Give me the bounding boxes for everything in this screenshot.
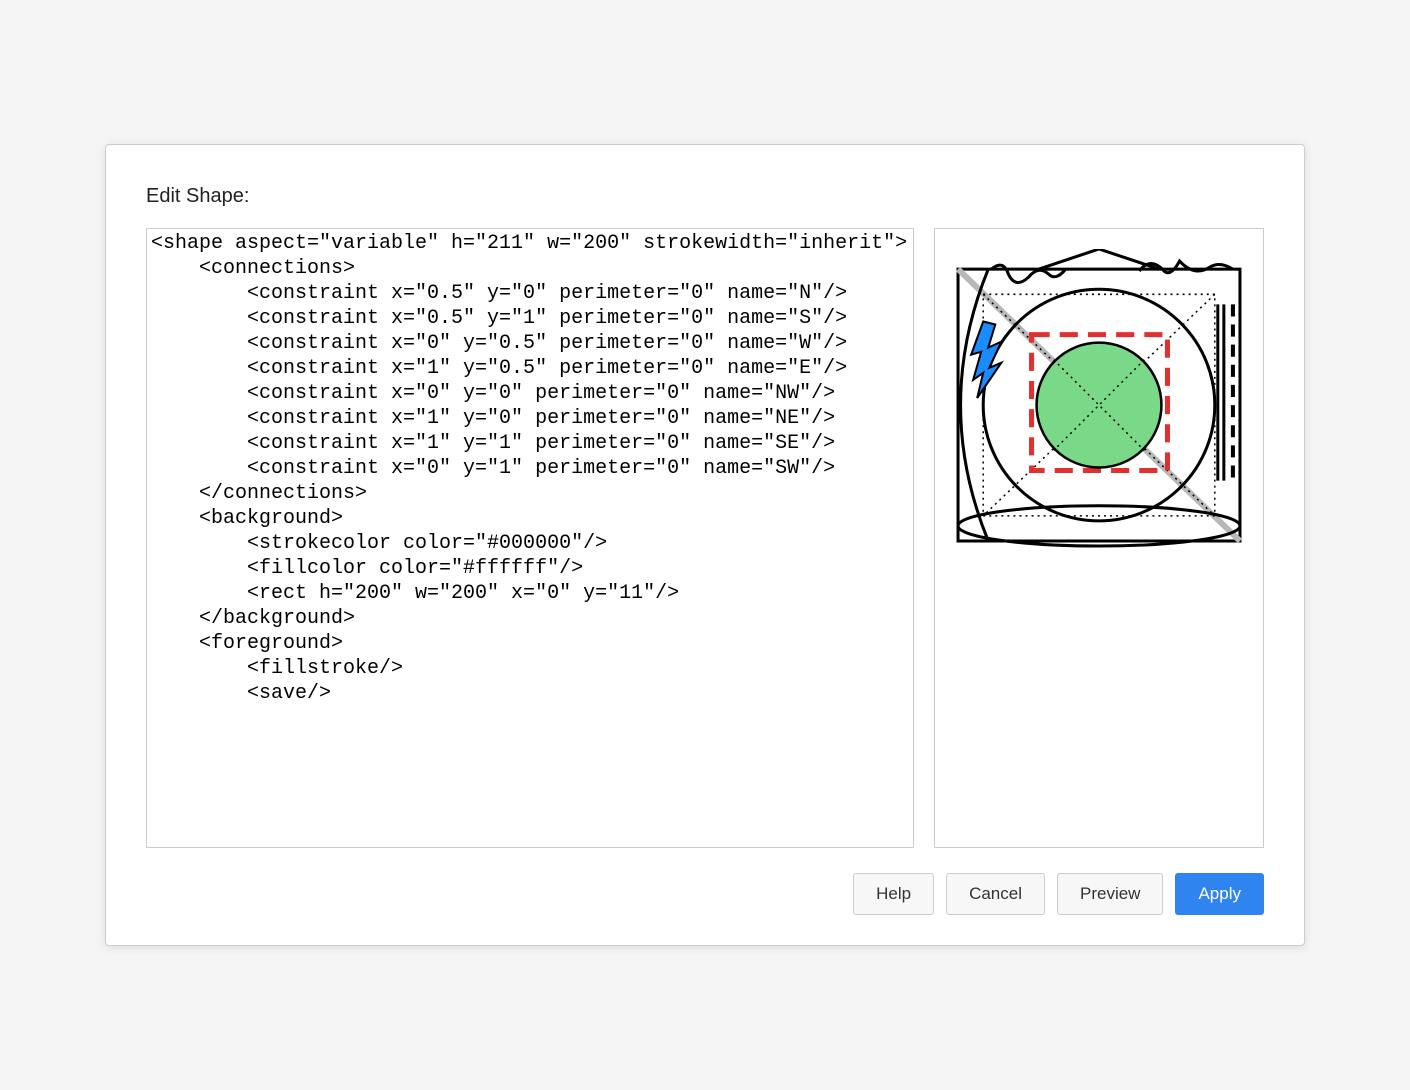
apply-button[interactable]: Apply	[1175, 873, 1264, 915]
help-button[interactable]: Help	[853, 873, 934, 915]
cancel-button[interactable]: Cancel	[946, 873, 1045, 915]
edit-shape-dialog: Edit Shape:	[105, 144, 1305, 946]
content-row	[146, 228, 1264, 848]
shape-preview-svg	[953, 249, 1245, 551]
preview-button[interactable]: Preview	[1057, 873, 1163, 915]
shape-xml-editor[interactable]	[146, 228, 914, 848]
dialog-title: Edit Shape:	[146, 185, 1264, 208]
button-row: Help Cancel Preview Apply	[146, 873, 1264, 915]
shape-preview-panel	[934, 228, 1264, 848]
